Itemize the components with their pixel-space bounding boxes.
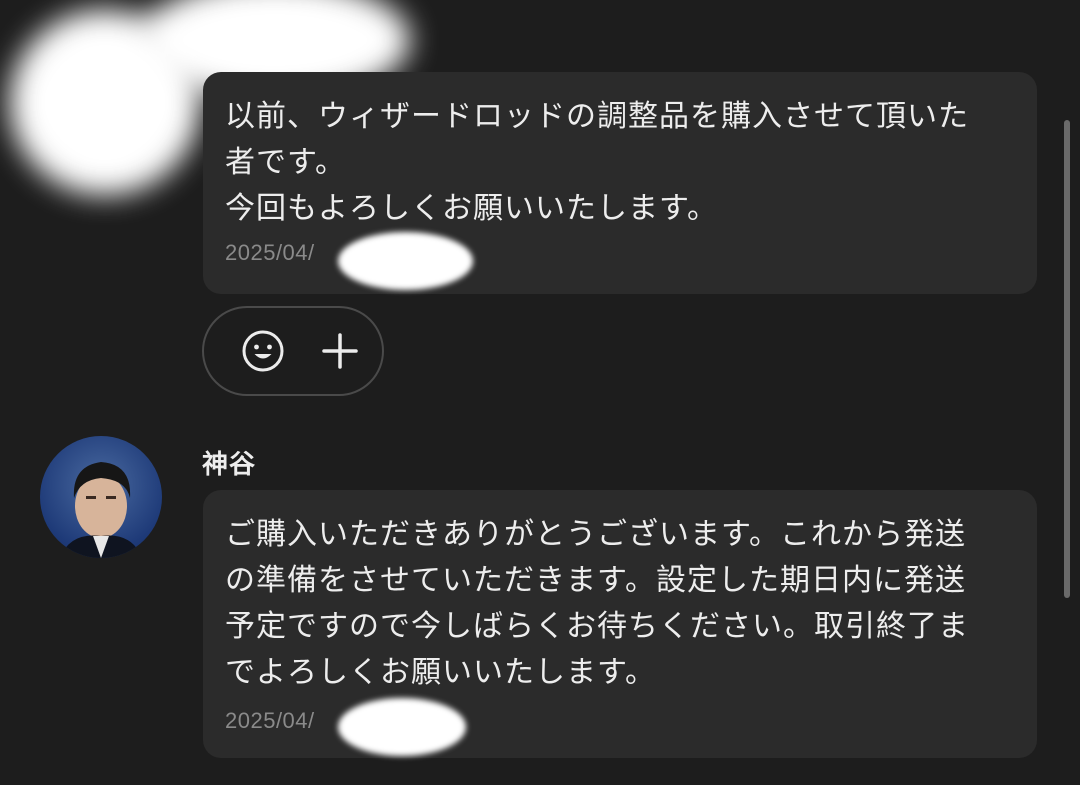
scrollbar[interactable] — [1064, 120, 1070, 598]
message-text: 以前、ウィザードロッドの調整品を購入させて頂いた 者です。 今回もよろしくお願い… — [225, 99, 969, 226]
more-reactions-button[interactable] — [318, 329, 362, 373]
message-bubble-received[interactable]: 以前、ウィザードロッドの調整品を購入させて頂いた 者です。 今回もよろしくお願い… — [203, 72, 1037, 294]
chat-screen: 以前、ウィザードロッドの調整品を購入させて頂いた 者です。 今回もよろしくお願い… — [0, 0, 1080, 785]
plus-icon — [322, 333, 358, 369]
sender-name: 神谷 — [202, 450, 257, 480]
redacted-timestamp-date — [338, 698, 466, 756]
message-text: ご購入いただきありがとうございます。これから発送 の準備をさせていただきます。設… — [225, 517, 969, 690]
smiley-icon — [242, 330, 284, 372]
reaction-bar — [202, 306, 384, 396]
redacted-timestamp-date — [338, 232, 473, 290]
message-timestamp: 2025/04/ — [225, 240, 315, 266]
timestamp-text: 2025/04/ — [225, 240, 315, 265]
avatar[interactable] — [40, 436, 162, 558]
message-timestamp: 2025/04/ — [225, 708, 315, 734]
message-bubble-received[interactable]: ご購入いただきありがとうございます。これから発送 の準備をさせていただきます。設… — [203, 490, 1037, 758]
add-reaction-button[interactable] — [241, 329, 285, 373]
timestamp-text: 2025/04/ — [225, 708, 315, 733]
person-photo-icon — [60, 462, 142, 558]
